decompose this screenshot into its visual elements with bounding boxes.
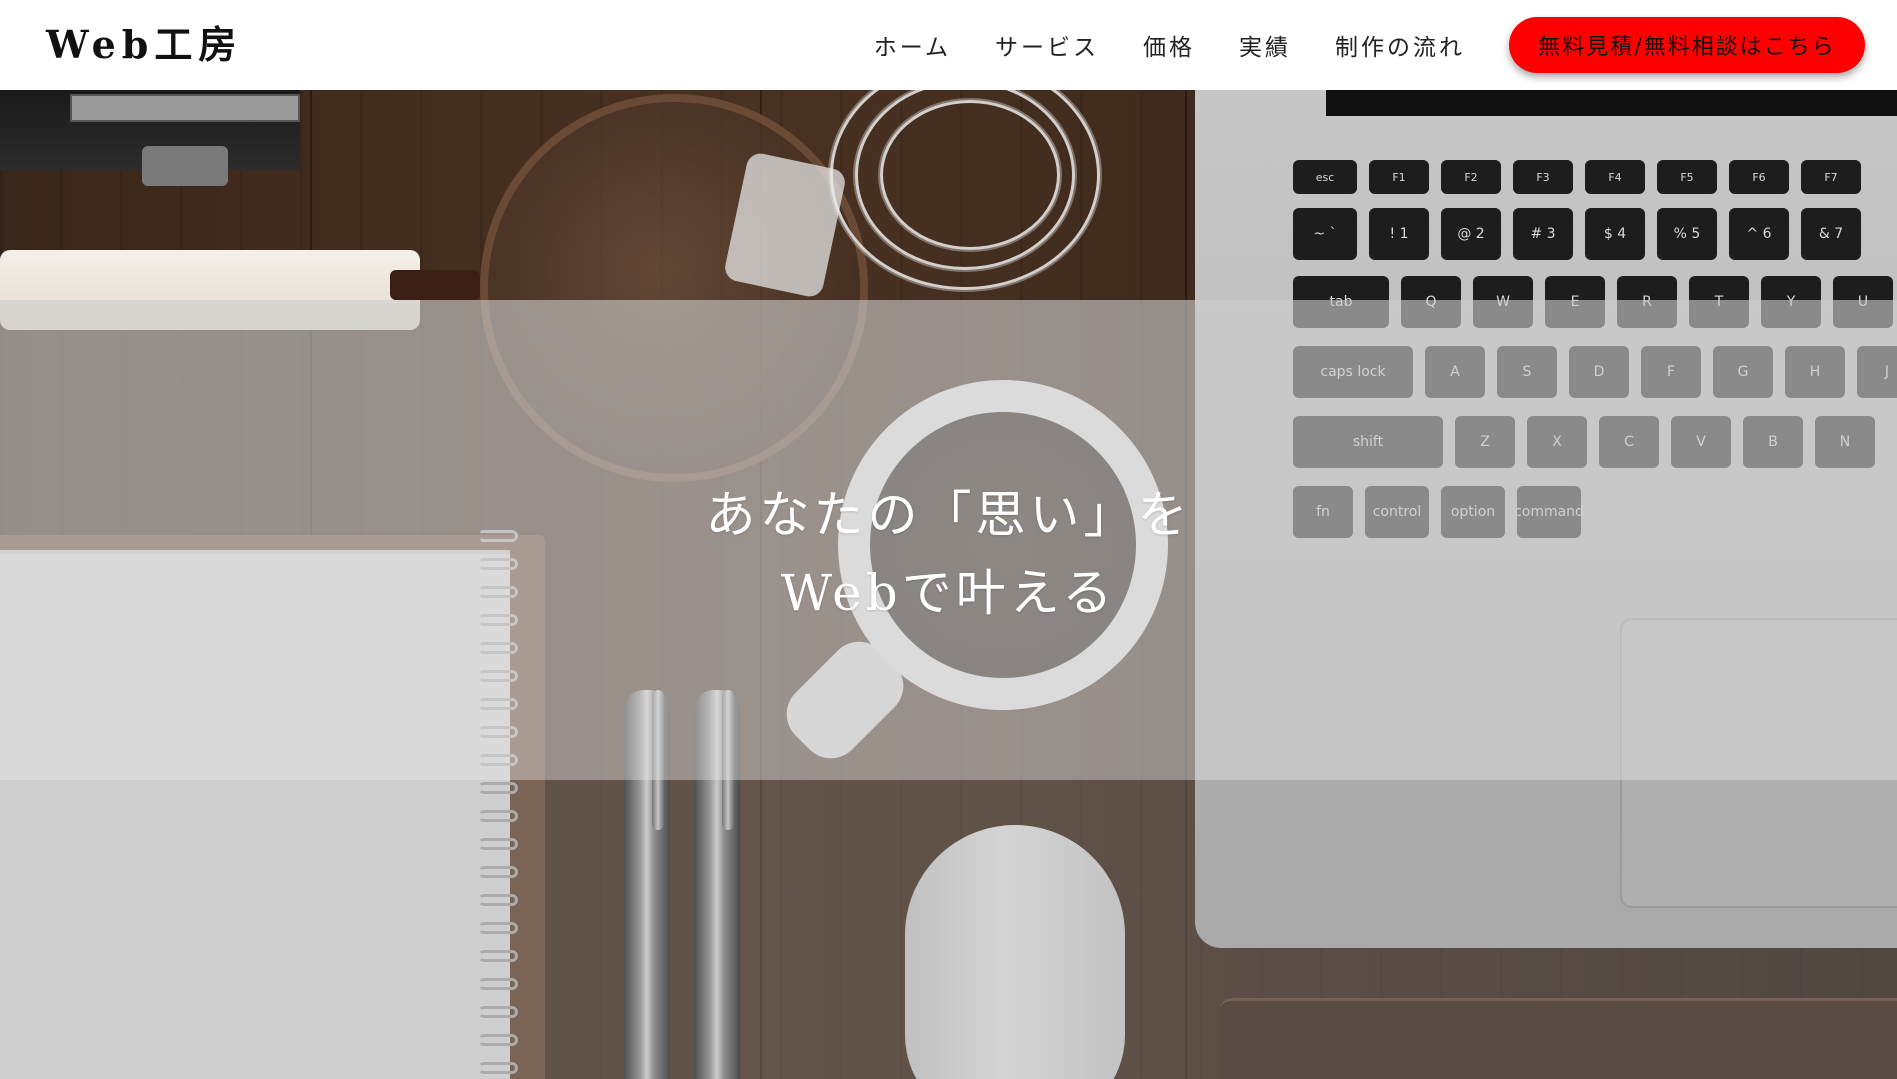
site-header: Web工房 ホーム サービス 価格 実績 制作の流れ 無料見積/無料相談はこちら (0, 0, 1897, 90)
laptop-key: F3 (1513, 160, 1573, 194)
hero-catchcopy: あなたの「思い」を Webで叶える (0, 476, 1897, 632)
laptop-key: ~ ` (1293, 208, 1357, 260)
laptop-key: # 3 (1513, 208, 1573, 260)
laptop-key: ! 1 (1369, 208, 1429, 260)
site-logo[interactable]: Web工房 (46, 22, 242, 68)
earphone-cable-loop (880, 100, 1060, 250)
laptop-key: % 5 (1657, 208, 1717, 260)
hero-catchcopy-line1: あなたの「思い」を (705, 486, 1192, 544)
lower-overlay (0, 780, 1897, 1079)
hero-section: esc F1 F2 F3 F4 F5 F6 F7 ~ `! 1 @ 2 # 3 $ 4% 5 ^ 6 & … (0, 90, 1897, 1079)
nav-item-home[interactable]: ホーム (874, 28, 951, 62)
laptop-key: F2 (1441, 160, 1501, 194)
laptop-key: @ 2 (1441, 208, 1501, 260)
hero-catchcopy-line2: Webで叶える (780, 564, 1117, 622)
laptop-key: F7 (1801, 160, 1861, 194)
laptop-key: F6 (1729, 160, 1789, 194)
laptop-key: F5 (1657, 160, 1717, 194)
laptop-key: F1 (1369, 160, 1429, 194)
laptop-key: F4 (1585, 160, 1645, 194)
laptop-key: ^ 6 (1729, 208, 1789, 260)
camera-plate (70, 94, 300, 122)
nav-item-works[interactable]: 実績 (1239, 28, 1291, 62)
laptop-key: & 7 (1801, 208, 1861, 260)
laptop-hinge (1326, 90, 1897, 116)
nav-item-flow[interactable]: 制作の流れ (1335, 28, 1465, 62)
main-nav: ホーム サービス 価格 実績 制作の流れ 無料見積/無料相談はこちら (874, 0, 1897, 90)
free-estimate-button[interactable]: 無料見積/無料相談はこちら (1509, 17, 1865, 73)
nav-item-price[interactable]: 価格 (1143, 28, 1195, 62)
laptop-key: $ 4 (1585, 208, 1645, 260)
pencil-tip (390, 270, 480, 300)
camera-knob (142, 146, 228, 186)
laptop-key: esc (1293, 160, 1357, 194)
nav-item-service[interactable]: サービス (995, 28, 1099, 62)
